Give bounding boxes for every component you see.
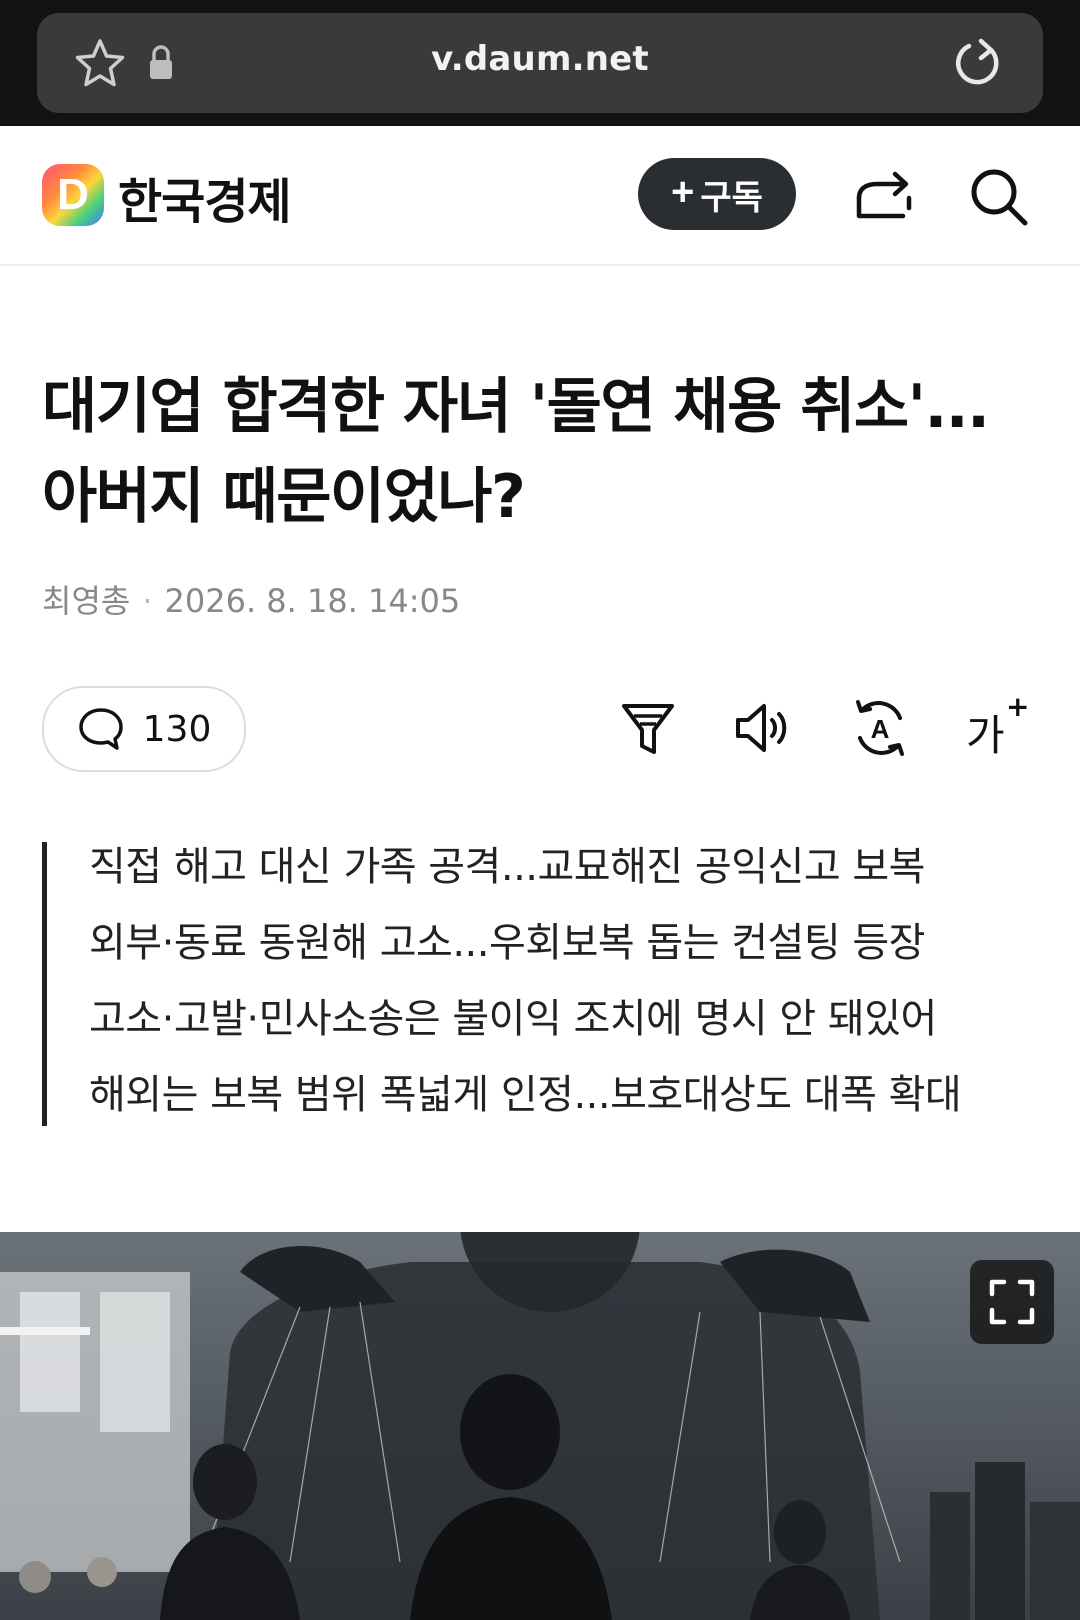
byline-separator: ·	[142, 582, 153, 620]
press-name[interactable]: 한국경제	[118, 162, 292, 232]
speaker-icon[interactable]	[730, 696, 794, 760]
summary-line-1: 직접 해고 대신 가족 공격...교묘해진 공익신고 보복	[89, 844, 925, 890]
headline-line-1: 대기업 합격한 자녀 '돌연 채용 취소'...	[42, 372, 990, 442]
publish-datetime: 2026. 8. 18. 14:05	[164, 582, 461, 620]
font-size-plus: +	[1006, 690, 1030, 723]
summary-filter-icon[interactable]	[616, 696, 680, 760]
article-headline: 대기업 합격한 자녀 '돌연 채용 취소'... 아버지 때문이었나?	[42, 362, 1052, 542]
url-text[interactable]: v.daum.net	[37, 39, 1043, 79]
comment-icon	[78, 708, 123, 750]
svg-text:A: A	[871, 714, 890, 744]
byline: 최영총 · 2026. 8. 18. 14:05	[42, 576, 460, 622]
subscribe-button[interactable]: + 구독	[638, 158, 796, 230]
summary-line-3: 고소·고발·민사소송은 불이익 조치에 명시 안 돼있어	[89, 996, 937, 1042]
subscribe-label: 구독	[700, 178, 763, 217]
expand-image-button[interactable]	[970, 1260, 1054, 1344]
comment-button[interactable]: 130	[42, 686, 246, 772]
photo-illustration	[0, 1232, 1080, 1620]
site-header: D 한국경제 + 구독	[0, 126, 1080, 266]
reload-icon[interactable]	[951, 36, 1003, 90]
author-name[interactable]: 최영총	[42, 582, 130, 620]
font-size-label: 가	[966, 711, 1005, 760]
logo-letter: D	[57, 170, 89, 219]
article-summary: 직접 해고 대신 가족 공격...교묘해진 공익신고 보복 외부·동료 동원해 …	[42, 842, 1057, 1126]
comment-count: 130	[142, 708, 212, 750]
article-photo[interactable]	[0, 1232, 1080, 1620]
share-icon[interactable]	[853, 168, 915, 226]
summary-line-4: 해외는 보복 범위 폭넓게 인정...보호대상도 대폭 확대	[89, 1072, 962, 1118]
translate-icon[interactable]: A	[848, 696, 912, 760]
search-icon[interactable]	[967, 166, 1031, 228]
daum-logo[interactable]: D	[42, 164, 104, 226]
summary-line-2: 외부·동료 동원해 고소...우회보복 돕는 컨설팅 등장	[89, 920, 925, 966]
address-bar[interactable]: v.daum.net	[37, 13, 1043, 113]
browser-top-bar: v.daum.net	[0, 0, 1080, 126]
expand-icon	[989, 1279, 1035, 1325]
headline-line-2: 아버지 때문이었나?	[42, 462, 526, 532]
font-size-icon[interactable]: 가 +	[960, 690, 1029, 760]
plus-icon: +	[671, 169, 695, 214]
